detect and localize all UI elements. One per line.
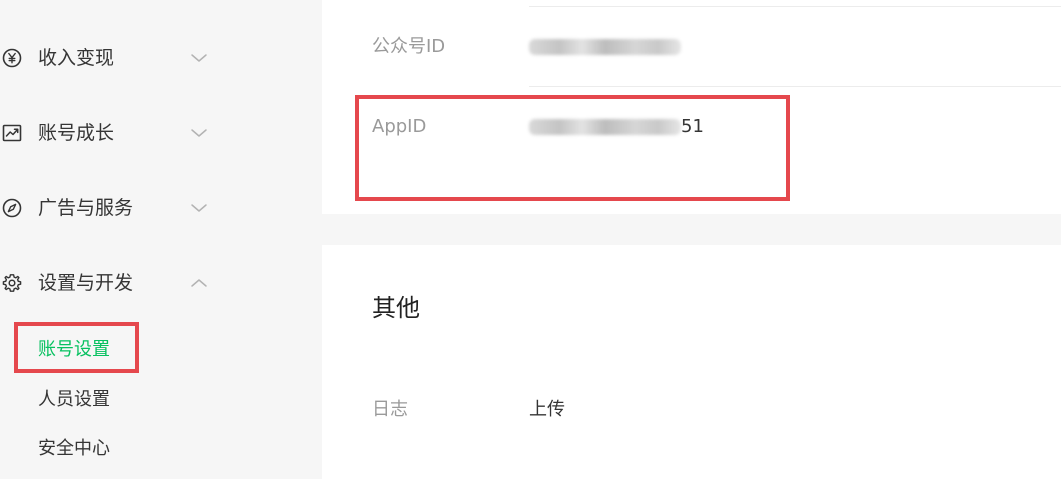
chevron-down-icon <box>190 125 208 141</box>
nav-group-label: 广告与服务 <box>38 197 134 219</box>
masked-value <box>529 39 681 55</box>
gear-icon <box>2 273 22 293</box>
appid-value: 51 <box>529 115 704 139</box>
nav-group-label: 收入变现 <box>38 47 115 69</box>
account-info-panel: 公众号ID AppID 51 <box>322 0 1061 214</box>
sidebar: 收入变现 账号成长 广告与服务 设置与开发 账号设置 人员设置 安全中心 <box>0 0 322 479</box>
nav-group-income[interactable]: 收入变现 <box>0 38 322 78</box>
chevron-down-icon <box>190 50 208 66</box>
log-label: 日志 <box>372 399 408 420</box>
log-upload-link[interactable]: 上传 <box>529 398 565 422</box>
nav-group-growth[interactable]: 账号成长 <box>0 113 322 153</box>
yen-circle-icon <box>2 48 22 68</box>
chevron-down-icon <box>190 200 208 216</box>
official-account-id-label: 公众号ID <box>372 36 446 57</box>
chevron-up-icon <box>190 275 208 291</box>
sidebar-item-member-settings[interactable]: 人员设置 <box>38 388 110 412</box>
row-divider <box>529 86 1061 87</box>
section-title: 其他 <box>372 294 420 322</box>
sidebar-item-account-settings[interactable]: 账号设置 <box>38 338 110 362</box>
nav-group-ads[interactable]: 广告与服务 <box>0 188 322 228</box>
official-account-id-value <box>529 35 681 59</box>
appid-label: AppID <box>372 116 427 137</box>
compass-icon <box>2 198 22 218</box>
appid-visible-suffix: 51 <box>681 116 704 137</box>
trend-chart-icon <box>2 123 22 143</box>
nav-group-label: 设置与开发 <box>38 272 134 294</box>
sidebar-item-security-center[interactable]: 安全中心 <box>38 437 110 461</box>
nav-group-label: 账号成长 <box>38 122 115 144</box>
nav-group-settings[interactable]: 设置与开发 <box>0 263 322 303</box>
other-panel: 其他 日志 上传 <box>322 245 1061 479</box>
masked-value <box>529 119 681 135</box>
row-divider <box>529 6 1061 7</box>
